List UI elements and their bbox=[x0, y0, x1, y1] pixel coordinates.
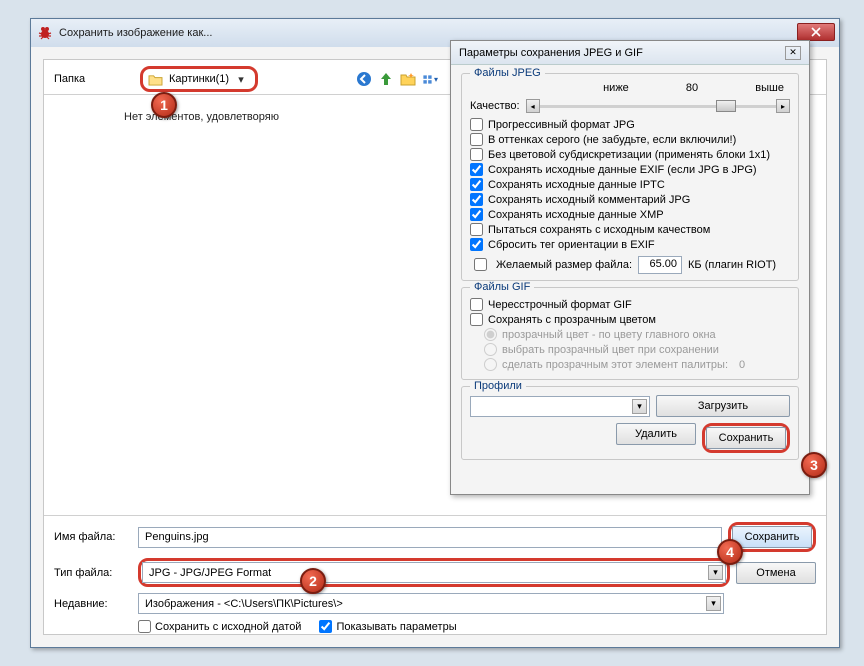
back-icon[interactable] bbox=[356, 71, 372, 87]
slider-right-icon[interactable]: ▸ bbox=[776, 99, 790, 113]
chevron-down-icon: ▾ bbox=[706, 596, 721, 611]
gif-group: Файлы GIF Чересстрочный формат GIF Сохра… bbox=[461, 287, 799, 380]
size-checkbox[interactable] bbox=[474, 258, 487, 271]
slider-left-icon[interactable]: ◂ bbox=[526, 99, 540, 113]
exif-checkbox[interactable]: Сохранять исходные данные EXIF (если JPG… bbox=[470, 163, 790, 176]
subsampling-checkbox[interactable]: Без цветовой субдискретизации (применять… bbox=[470, 148, 790, 161]
chevron-down-icon: ▾ bbox=[235, 73, 247, 86]
quality-label: Качество: bbox=[470, 100, 520, 112]
view-icon[interactable]: ▾ bbox=[422, 71, 438, 87]
jpeg-gif-panel: Параметры сохранения JPEG и GIF ✕ Файлы … bbox=[450, 40, 810, 495]
profiles-group: Профили ▾ Загрузить Удалить Сохранить bbox=[461, 386, 799, 460]
trans-pick-radio: выбрать прозрачный цвет при сохранении bbox=[484, 343, 790, 356]
delete-profile-button[interactable]: Удалить bbox=[616, 423, 696, 445]
filename-label: Имя файла: bbox=[54, 531, 132, 543]
annotation-marker-1: 1 bbox=[151, 92, 177, 118]
origqual-checkbox[interactable]: Пытаться сохранять с исходным качеством bbox=[470, 223, 790, 236]
profile-dropdown[interactable]: ▾ bbox=[470, 396, 650, 417]
bottom-bar: Имя файла: Penguins.jpg Сохранить Тип фа… bbox=[44, 516, 826, 634]
xmp-checkbox[interactable]: Сохранять исходные данные XMP bbox=[470, 208, 790, 221]
save-profile-button[interactable]: Сохранить bbox=[706, 427, 786, 449]
annotation-marker-2: 2 bbox=[300, 568, 326, 594]
progressive-checkbox[interactable]: Прогрессивный формат JPG bbox=[470, 118, 790, 131]
panel-titlebar: Параметры сохранения JPEG и GIF ✕ bbox=[451, 41, 809, 65]
up-icon[interactable] bbox=[378, 71, 394, 87]
new-folder-icon[interactable] bbox=[400, 71, 416, 87]
panel-close-icon[interactable]: ✕ bbox=[785, 46, 801, 60]
iptc-checkbox[interactable]: Сохранять исходные данные IPTC bbox=[470, 178, 790, 191]
filename-input[interactable]: Penguins.jpg bbox=[138, 527, 722, 548]
recent-label: Недавние: bbox=[54, 598, 132, 610]
show-params-checkbox[interactable]: Показывать параметры bbox=[319, 620, 456, 633]
panel-title: Параметры сохранения JPEG и GIF bbox=[459, 47, 643, 59]
quality-slider[interactable]: ◂ ▸ bbox=[526, 98, 790, 114]
comment-checkbox[interactable]: Сохранять исходный комментарий JPG bbox=[470, 193, 790, 206]
folder-icon bbox=[147, 71, 163, 87]
interlace-checkbox[interactable]: Чересстрочный формат GIF bbox=[470, 298, 790, 311]
trans-main-radio: прозрачный цвет - по цвету главного окна bbox=[484, 328, 790, 341]
jpeg-group: Файлы JPEG ниже 80 выше Качество: ◂ ▸ Пр… bbox=[461, 73, 799, 281]
folder-name: Картинки(1) bbox=[169, 73, 229, 85]
chevron-down-icon: ▾ bbox=[708, 565, 723, 580]
load-profile-button[interactable]: Загрузить bbox=[656, 395, 790, 417]
annotation-marker-3: 3 bbox=[801, 452, 827, 478]
app-icon bbox=[37, 25, 53, 41]
orient-checkbox[interactable]: Сбросить тег ориентации в EXIF bbox=[470, 238, 790, 251]
trans-palette-radio: сделать прозрачным этот элемент палитры:… bbox=[484, 358, 790, 371]
transparent-checkbox[interactable]: Сохранять с прозрачным цветом bbox=[470, 313, 790, 326]
annotation-marker-4: 4 bbox=[717, 539, 743, 565]
filetype-dropdown[interactable]: JPG - JPG/JPEG Format▾ bbox=[142, 562, 726, 583]
chevron-down-icon: ▾ bbox=[632, 399, 647, 414]
save-button[interactable]: Сохранить bbox=[732, 526, 812, 548]
recent-dropdown[interactable]: Изображения - <C:\Users\ПК\Pictures\>▾ bbox=[138, 593, 724, 614]
folder-dropdown[interactable]: Картинки(1) ▾ bbox=[140, 66, 258, 92]
window-title: Сохранить изображение как... bbox=[59, 27, 212, 39]
grayscale-checkbox[interactable]: В оттенках серого (не забудьте, если вкл… bbox=[470, 133, 790, 146]
orig-date-checkbox[interactable]: Сохранить с исходной датой bbox=[138, 620, 301, 633]
nav-toolbar: ▾ bbox=[356, 71, 438, 87]
folder-label: Папка bbox=[54, 73, 132, 85]
close-button[interactable] bbox=[797, 23, 835, 41]
cancel-button[interactable]: Отмена bbox=[736, 562, 816, 584]
size-input[interactable]: 65.00 bbox=[638, 256, 682, 274]
filetype-label: Тип файла: bbox=[54, 567, 132, 579]
